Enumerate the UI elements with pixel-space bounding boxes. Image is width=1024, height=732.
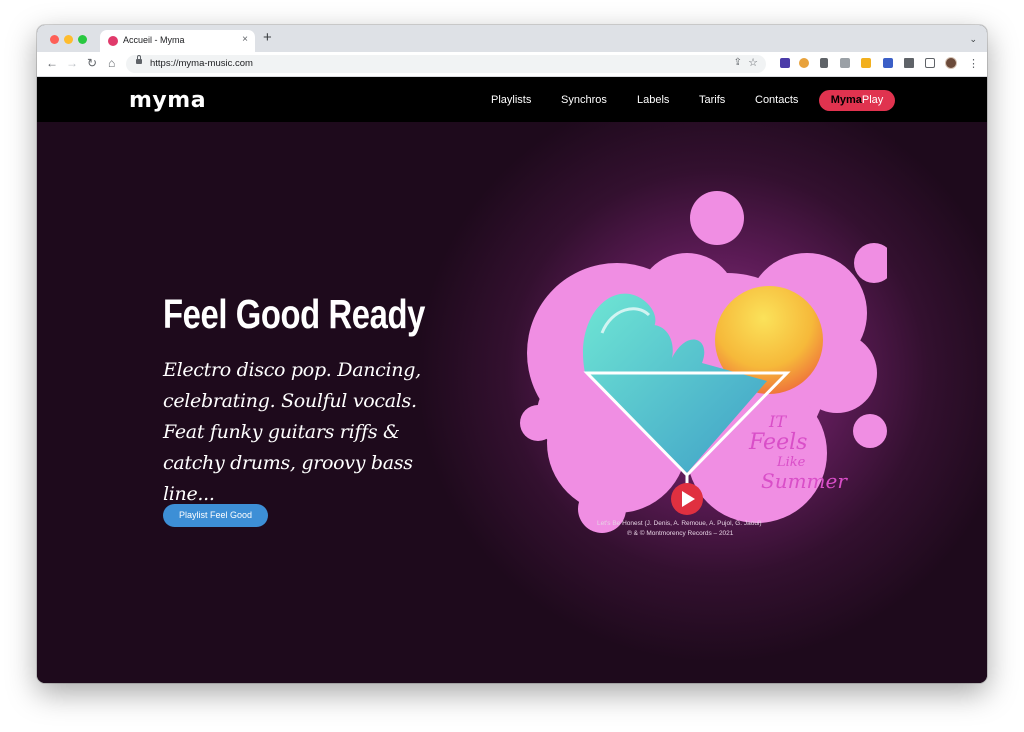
browser-menu-icon[interactable]: ⋮	[968, 57, 979, 70]
browser-tab[interactable]: Accueil - Myma ×	[100, 30, 255, 52]
handwriting-word: Feels	[748, 430, 807, 455]
pink-bubble	[853, 414, 887, 448]
close-window-button[interactable]	[50, 35, 59, 44]
handwriting-word: IT	[768, 412, 787, 431]
tab-search-icon[interactable]: ⌄	[969, 34, 977, 45]
pink-bubble	[854, 243, 887, 283]
track-credit: Let's Be Honest (J. Denis, A. Remoue, A.…	[597, 520, 762, 527]
browser-toolbar: ← → ↻ ⌂ https://myma-music.com ⇪ ☆ ⋮	[37, 52, 987, 77]
tab-strip: Accueil - Myma × + ⌄	[37, 25, 987, 52]
share-icon[interactable]: ⇪	[734, 57, 742, 68]
extension-icon[interactable]	[799, 58, 809, 68]
favicon-icon	[108, 36, 118, 46]
hero-description: Electro disco pop. Dancing, celebrating.…	[163, 359, 421, 505]
nav-tarifs[interactable]: Tarifs	[699, 94, 725, 106]
puzzle-icon[interactable]	[904, 58, 914, 68]
website: myma Playlists Synchros Labels Tarifs Co…	[37, 77, 987, 683]
minimize-window-button[interactable]	[64, 35, 73, 44]
camera-icon[interactable]	[840, 58, 850, 68]
nav-playlists[interactable]: Playlists	[491, 94, 531, 106]
extension-icon[interactable]	[861, 58, 871, 68]
nav-contacts[interactable]: Contacts	[755, 94, 798, 106]
address-bar[interactable]: https://myma-music.com ⇪ ☆	[126, 55, 766, 73]
zoom-window-button[interactable]	[78, 35, 87, 44]
url-text[interactable]: https://myma-music.com	[150, 58, 253, 69]
browser-window: Accueil - Myma × + ⌄ ← → ↻ ⌂ https://mym…	[37, 25, 987, 683]
handwriting-word: Like	[776, 455, 806, 470]
site-header: myma Playlists Synchros Labels Tarifs Co…	[37, 77, 987, 122]
home-button[interactable]: ⌂	[108, 56, 115, 70]
back-button[interactable]: ←	[46, 56, 58, 70]
forward-button[interactable]: →	[66, 56, 78, 70]
nav-labels[interactable]: Labels	[637, 94, 669, 106]
side-panel-icon[interactable]	[925, 58, 935, 68]
mymaplay-button[interactable]: MymaPlay	[819, 90, 895, 111]
extension-icon[interactable]	[883, 58, 893, 68]
reload-button[interactable]: ↻	[87, 56, 97, 70]
playlist-button[interactable]: Playlist Feel Good	[163, 504, 268, 527]
new-tab-button[interactable]: +	[263, 30, 272, 45]
mymaplay-bold-label: Myma	[830, 94, 862, 106]
trash-icon[interactable]	[820, 58, 828, 68]
handwriting-word: Summer	[761, 469, 848, 493]
copyright-credit: ℗ & © Montmorency Records – 2021	[627, 530, 734, 537]
bookmark-star-icon[interactable]: ☆	[748, 56, 758, 69]
extension-icon[interactable]	[780, 58, 790, 68]
myma-logo[interactable]: myma	[129, 88, 206, 113]
nav-synchros[interactable]: Synchros	[561, 94, 607, 106]
lock-icon	[136, 55, 142, 64]
tab-close-icon[interactable]: ×	[242, 34, 248, 45]
hero-title: Feel Good Ready	[163, 291, 425, 337]
album-artwork: IT Feels Like Summer	[520, 191, 887, 533]
pink-bubble	[690, 191, 744, 245]
mymaplay-label: Play	[861, 94, 884, 106]
pink-bubble	[520, 405, 556, 441]
profile-avatar[interactable]	[945, 57, 957, 69]
tab-title: Accueil - Myma	[123, 35, 185, 45]
play-button[interactable]	[671, 483, 703, 515]
